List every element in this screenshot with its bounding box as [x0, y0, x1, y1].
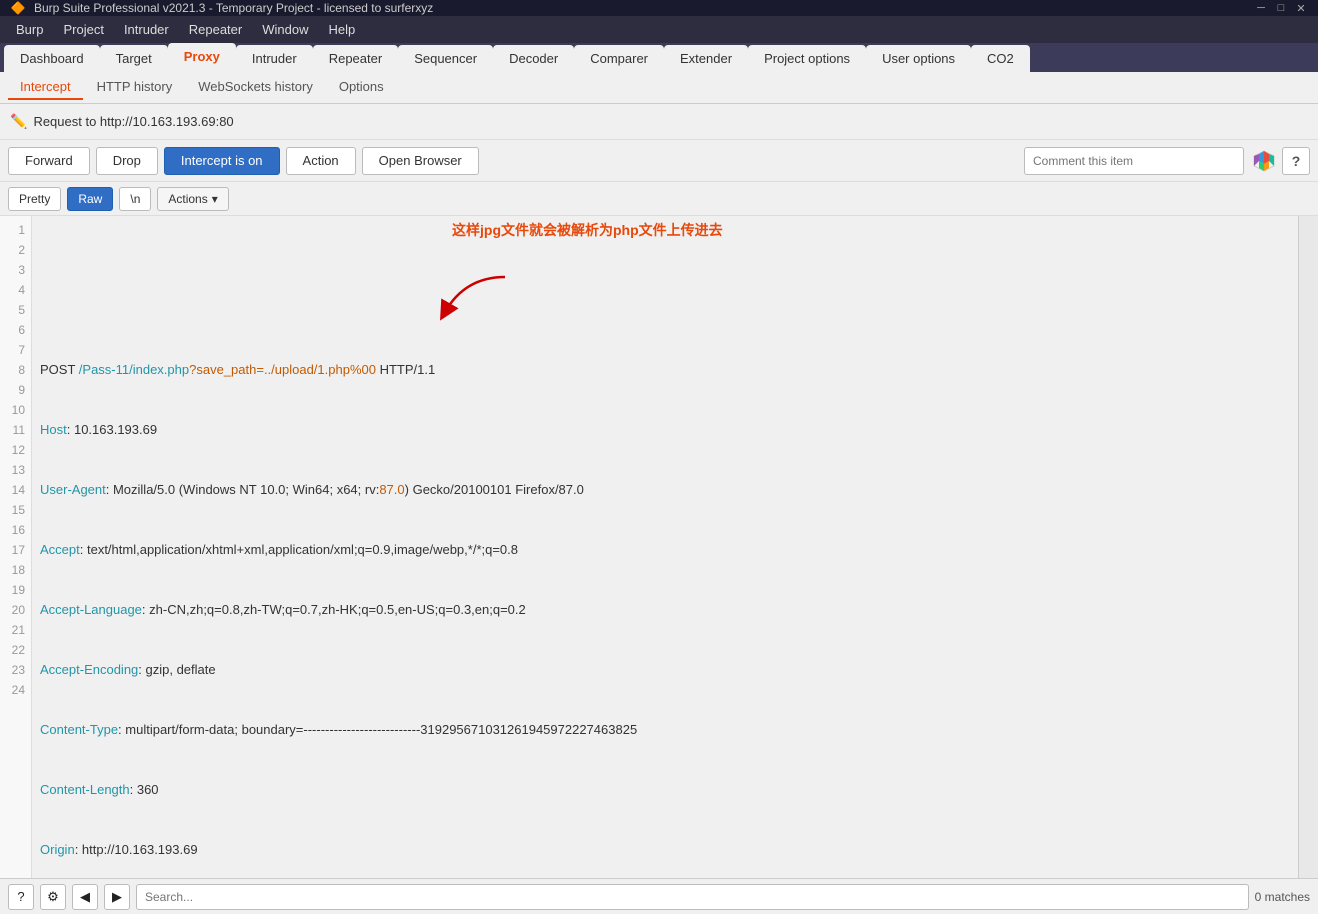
code-editor: Pretty Raw \n Actions ▾ 12345 678910 111…: [0, 182, 1318, 914]
main-content: Intercept HTTP history WebSockets histor…: [0, 72, 1318, 914]
open-browser-button[interactable]: Open Browser: [362, 147, 479, 175]
action-button[interactable]: Action: [286, 147, 356, 175]
back-button[interactable]: ◀: [72, 884, 98, 910]
tab-user-options[interactable]: User options: [866, 45, 971, 72]
code-line-8: Content-Length: 360: [40, 780, 1310, 800]
title-bar: 🔶 Burp Suite Professional v2021.3 - Temp…: [0, 0, 1318, 16]
newline-button[interactable]: \n: [119, 187, 151, 211]
search-input[interactable]: [136, 884, 1249, 910]
window-title: Burp Suite Professional v2021.3 - Tempor…: [34, 1, 433, 15]
toolbar-icons: ?: [1250, 147, 1310, 175]
code-line-1: POST /Pass-11/index.php?save_path=../upl…: [40, 360, 1310, 380]
tab-repeater[interactable]: Repeater: [313, 45, 398, 72]
help-icon[interactable]: ?: [1282, 147, 1310, 175]
request-header: ✏️ Request to http://10.163.193.69:80: [0, 104, 1318, 140]
menu-project[interactable]: Project: [55, 20, 111, 39]
code-content[interactable]: 这样jpg文件就会被解析为php文件上传进去 POST /Pas: [32, 216, 1318, 914]
intercept-toggle-button[interactable]: Intercept is on: [164, 147, 280, 175]
sub-tab-intercept[interactable]: Intercept: [8, 75, 83, 100]
menu-burp[interactable]: Burp: [8, 20, 51, 39]
menu-window[interactable]: Window: [254, 20, 316, 39]
tab-co2[interactable]: CO2: [971, 45, 1030, 72]
close-button[interactable]: ✕: [1294, 1, 1308, 15]
line-numbers: 12345 678910 1112131415 1617181920 21222…: [0, 216, 32, 914]
burp-logo-icon: 🔶: [10, 0, 26, 16]
app-container: 🔶 Burp Suite Professional v2021.3 - Temp…: [0, 0, 1318, 914]
sub-tab-bar: Intercept HTTP history WebSockets histor…: [0, 72, 1318, 104]
request-url: Request to http://10.163.193.69:80: [33, 114, 233, 129]
tab-decoder[interactable]: Decoder: [493, 45, 574, 72]
annotation-text: 这样jpg文件就会被解析为php文件上传进去: [452, 220, 723, 240]
main-tab-bar: Dashboard Target Proxy Intruder Repeater…: [0, 43, 1318, 72]
tab-sequencer[interactable]: Sequencer: [398, 45, 493, 72]
code-line-6: Accept-Encoding: gzip, deflate: [40, 660, 1310, 680]
code-line-9: Origin: http://10.163.193.69: [40, 840, 1310, 860]
menu-bar: Burp Project Intruder Repeater Window He…: [0, 16, 1318, 43]
editor-toolbar: Pretty Raw \n Actions ▾: [0, 182, 1318, 216]
code-line-3: User-Agent: Mozilla/5.0 (Windows NT 10.0…: [40, 480, 1310, 500]
help-status-icon[interactable]: ?: [8, 884, 34, 910]
code-line-4: Accept: text/html,application/xhtml+xml,…: [40, 540, 1310, 560]
pretty-button[interactable]: Pretty: [8, 187, 61, 211]
minimize-button[interactable]: ─: [1254, 1, 1268, 15]
menu-intruder[interactable]: Intruder: [116, 20, 177, 39]
button-toolbar: Forward Drop Intercept is on Action Open…: [0, 140, 1318, 182]
title-bar-controls: ─ □ ✕: [1254, 1, 1308, 15]
forward-button[interactable]: Forward: [8, 147, 90, 175]
menu-repeater[interactable]: Repeater: [181, 20, 250, 39]
matches-count: 0 matches: [1255, 890, 1310, 904]
annotation-arrow-icon: [392, 252, 515, 348]
actions-dropdown[interactable]: Actions ▾: [157, 187, 228, 211]
forward-nav-button[interactable]: ▶: [104, 884, 130, 910]
settings-icon[interactable]: ⚙: [40, 884, 66, 910]
comment-input[interactable]: [1024, 147, 1244, 175]
drop-button[interactable]: Drop: [96, 147, 158, 175]
tab-dashboard[interactable]: Dashboard: [4, 45, 100, 72]
tab-target[interactable]: Target: [100, 45, 168, 72]
title-bar-left: 🔶 Burp Suite Professional v2021.3 - Temp…: [10, 0, 433, 16]
menu-help[interactable]: Help: [320, 20, 363, 39]
tab-proxy[interactable]: Proxy: [168, 43, 236, 72]
burp-multicolor-icon: [1250, 147, 1278, 175]
code-line-2: Host: 10.163.193.69: [40, 420, 1310, 440]
tab-extender[interactable]: Extender: [664, 45, 748, 72]
tab-comparer[interactable]: Comparer: [574, 45, 664, 72]
status-bar: ? ⚙ ◀ ▶ 0 matches: [0, 878, 1318, 914]
tab-intruder[interactable]: Intruder: [236, 45, 313, 72]
raw-button[interactable]: Raw: [67, 187, 113, 211]
code-line-5: Accept-Language: zh-CN,zh;q=0.8,zh-TW;q=…: [40, 600, 1310, 620]
actions-label: Actions: [168, 192, 207, 206]
edit-icon: ✏️: [10, 113, 27, 130]
code-view[interactable]: 12345 678910 1112131415 1617181920 21222…: [0, 216, 1318, 914]
tab-project-options[interactable]: Project options: [748, 45, 866, 72]
sub-tab-http-history[interactable]: HTTP history: [85, 75, 185, 100]
sub-tab-options[interactable]: Options: [327, 75, 396, 100]
code-line-7: Content-Type: multipart/form-data; bound…: [40, 720, 1310, 740]
maximize-button[interactable]: □: [1274, 1, 1288, 15]
inspector-panel: INSPECTOR: [1298, 216, 1318, 914]
sub-tab-websockets-history[interactable]: WebSockets history: [186, 75, 325, 100]
actions-chevron-icon: ▾: [212, 192, 218, 206]
